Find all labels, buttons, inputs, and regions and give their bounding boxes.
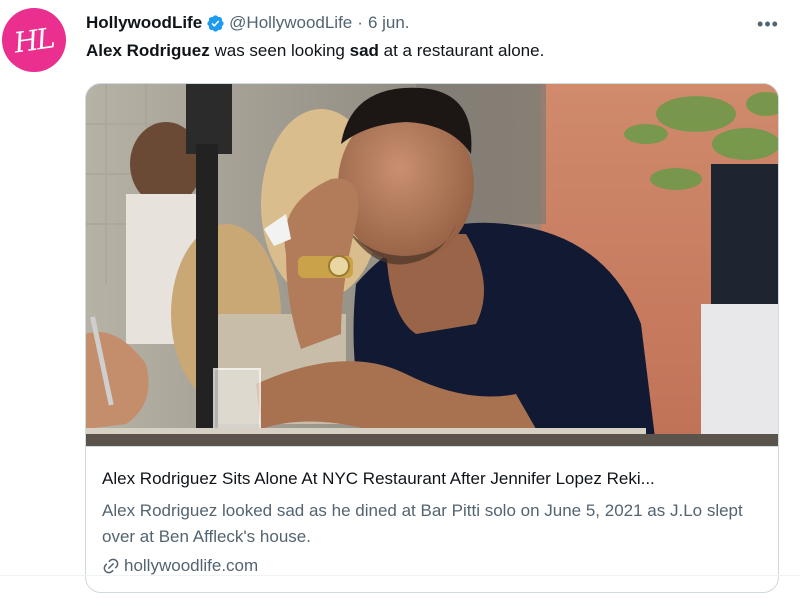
card-info[interactable]: Alex Rodriguez Sits Alone At NYC Restaur… bbox=[86, 446, 778, 592]
card-title[interactable]: Alex Rodriguez Sits Alone At NYC Restaur… bbox=[102, 469, 766, 489]
card-description: Alex Rodriguez looked sad as he dined at… bbox=[102, 501, 743, 546]
card-photo[interactable] bbox=[86, 84, 778, 446]
card-link[interactable]: hollywoodlife.com bbox=[102, 556, 258, 576]
tweet: HL HollywoodLife @HollywoodLife · 6 jun.… bbox=[0, 0, 800, 598]
card-photo-image bbox=[86, 84, 778, 446]
link-icon bbox=[103, 558, 119, 574]
more-options-icon[interactable]: ••• bbox=[752, 12, 784, 36]
avatar-logo-text: HL bbox=[12, 20, 56, 60]
tweet-divider bbox=[0, 575, 800, 576]
verified-badge-icon bbox=[207, 14, 224, 32]
tweet-text: Alex Rodriguez was seen looking sad at a… bbox=[86, 41, 544, 61]
tweet-header: HollywoodLife @HollywoodLife · 6 jun. bbox=[86, 11, 410, 35]
avatar[interactable]: HL bbox=[2, 8, 66, 72]
link-card[interactable]: Alex Rodriguez Sits Alone At NYC Restaur… bbox=[85, 83, 779, 593]
tweet-text-part: at a restaurant alone. bbox=[378, 41, 545, 60]
display-name[interactable]: HollywoodLife bbox=[86, 13, 202, 33]
tweet-text-part: was seen looking bbox=[209, 41, 350, 60]
separator-dot: · bbox=[357, 13, 363, 32]
tweet-text-bold-name: Alex Rodriguez bbox=[86, 41, 210, 60]
tweet-text-bold-sad: sad bbox=[349, 41, 379, 60]
card-link-text[interactable]: hollywoodlife.com bbox=[124, 556, 258, 576]
tweet-date[interactable]: 6 jun. bbox=[368, 13, 410, 33]
handle[interactable]: @HollywoodLife bbox=[229, 13, 352, 33]
